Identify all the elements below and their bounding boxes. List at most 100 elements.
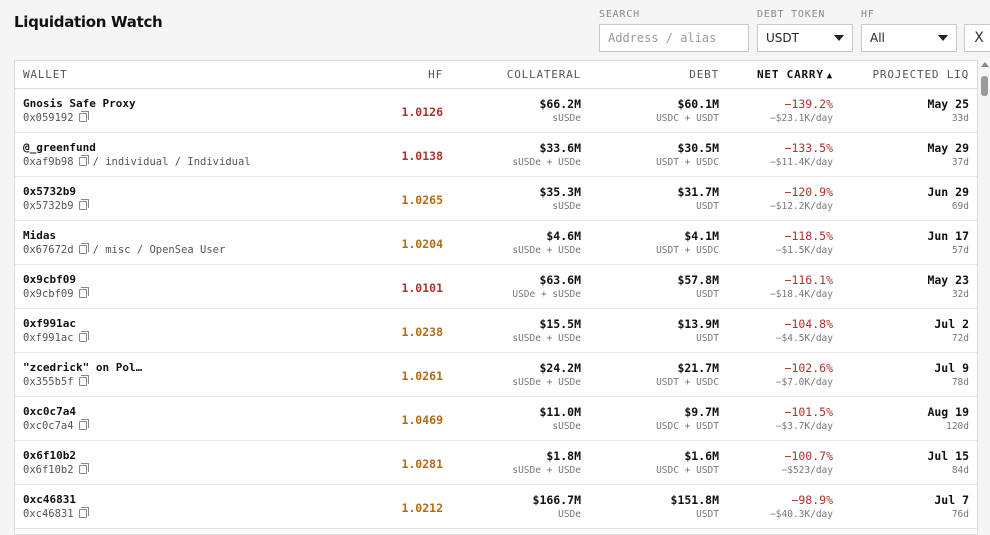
liq-days: 32d <box>951 288 969 300</box>
collateral-cell: $15.5M sUSDe + USDe <box>443 317 581 345</box>
search-label: SEARCH <box>599 9 640 20</box>
debt-cell: $21.7M USDT + USDC <box>581 361 719 389</box>
debt-cell: $31.7M USDT <box>581 185 719 213</box>
copy-icon[interactable] <box>78 507 89 518</box>
debt-value: $151.8M <box>670 492 719 507</box>
table-row[interactable]: Midas 0x67672d / misc / OpenSea User 1.0204… <box>15 221 977 265</box>
projected-liq-cell: Jul 15 84d <box>833 449 969 477</box>
wallet-address[interactable]: 0x355b5f <box>23 375 74 389</box>
wallet-address[interactable]: 0xaf9b98 <box>23 155 74 169</box>
collateral-value: $63.6M <box>539 272 581 287</box>
liq-date: May 23 <box>927 272 969 287</box>
wallet-name[interactable]: Midas <box>23 229 375 243</box>
copy-icon[interactable] <box>78 155 89 166</box>
collateral-value: $66.2M <box>539 96 581 111</box>
wallet-sub: 0xc0c7a4 <box>23 419 375 433</box>
debt-value: $9.7M <box>684 404 719 419</box>
copy-icon[interactable] <box>78 419 89 430</box>
debt-token-select[interactable]: USDT <box>757 24 853 52</box>
net-carry-value: −118.5% <box>784 228 833 243</box>
wallet-address[interactable]: 0x67672d <box>23 243 74 257</box>
column-header-projected-liq[interactable]: PROJECTED LIQ <box>833 68 969 81</box>
copy-icon[interactable] <box>78 199 89 210</box>
wallet-sub: 0x9cbf09 <box>23 287 375 301</box>
collateral-tokens: USDe + sUSDe <box>512 288 581 300</box>
column-header-net-carry[interactable]: NET CARRY ▲ <box>719 68 833 81</box>
carry-per-day: −$23.1K/day <box>770 112 833 124</box>
table-row[interactable]: 0xc46831 0xc46831 1.0212 $166.7M USDe $151.8M… <box>15 485 977 529</box>
wallet-name[interactable]: 0x6f10b2 <box>23 449 375 463</box>
search-input[interactable] <box>608 31 740 45</box>
column-header-debt[interactable]: DEBT <box>581 68 719 81</box>
carry-per-day: −$40.3K/day <box>770 508 833 520</box>
liq-date: Jul 9 <box>934 360 969 375</box>
collateral-cell: $11.0M sUSDe <box>443 405 581 433</box>
wallet-address[interactable]: 0xf991ac <box>23 331 74 345</box>
debt-tokens: USDT <box>696 332 719 344</box>
search-box[interactable] <box>599 24 749 52</box>
copy-icon[interactable] <box>78 287 89 298</box>
wallet-address[interactable]: 0xc0c7a4 <box>23 419 74 433</box>
table-row[interactable]: 0x5732b9 0x5732b9 1.0265 $35.3M sUSDe $31.7M U… <box>15 177 977 221</box>
hf-filter-label: HF <box>861 9 875 20</box>
clear-filters-button[interactable]: X <box>964 24 990 52</box>
wallet-cell: Midas 0x67672d / misc / OpenSea User <box>15 229 375 257</box>
hf-cell: 1.0281 <box>375 453 443 472</box>
table-row[interactable]: 0xc0c7a4 0xc0c7a4 1.0469 $11.0M sUSDe $9.7M US… <box>15 397 977 441</box>
wallet-name[interactable]: "zcedrick" on Pol… <box>23 361 375 375</box>
wallet-address[interactable]: 0x5732b9 <box>23 199 74 213</box>
table-row[interactable]: 0x9cbf09 0x9cbf09 1.0101 $63.6M USDe + sUSDe… <box>15 265 977 309</box>
copy-icon[interactable] <box>78 331 89 342</box>
debt-tokens: USDT <box>696 200 719 212</box>
liq-days: 120d <box>946 420 969 432</box>
copy-icon[interactable] <box>78 243 89 254</box>
carry-per-day: −$11.4K/day <box>770 156 833 168</box>
table-row[interactable]: 0xf991ac 0xf991ac 1.0238 $15.5M sUSDe + USDe… <box>15 309 977 353</box>
wallet-address[interactable]: 0x9cbf09 <box>23 287 74 301</box>
wallet-name[interactable]: 0xf991ac <box>23 317 375 331</box>
net-carry-cell: −102.6% −$7.0K/day <box>719 361 833 389</box>
copy-icon[interactable] <box>78 375 89 386</box>
table-row[interactable]: @_greenfund 0xaf9b98 / individual / Indivi… <box>15 133 977 177</box>
projected-liq-cell: May 23 32d <box>833 273 969 301</box>
liq-days: 33d <box>951 112 969 124</box>
wallet-sub: 0xf991ac <box>23 331 375 345</box>
copy-icon[interactable] <box>78 111 89 122</box>
table-row[interactable]: 0x6f10b2 0x6f10b2 1.0281 $1.8M sUSDe + USDe $… <box>15 441 977 485</box>
wallet-name[interactable]: @_greenfund <box>23 141 375 155</box>
net-carry-value: −102.6% <box>784 360 833 375</box>
wallet-name[interactable]: 0x9cbf09 <box>23 273 375 287</box>
debt-value: $13.9M <box>677 316 719 331</box>
liq-date: May 25 <box>927 96 969 111</box>
projected-liq-cell: Jul 2 72d <box>833 317 969 345</box>
column-header-hf[interactable]: HF <box>375 68 443 81</box>
wallet-name[interactable]: Gnosis Safe Proxy <box>23 97 375 111</box>
table-row[interactable]: "zcedrick" on Pol… 0x355b5f 1.0261 $24.2M sU… <box>15 353 977 397</box>
scrollbar-thumb[interactable] <box>981 76 988 96</box>
wallet-name[interactable]: 0xc46831 <box>23 493 375 507</box>
debt-value: $30.5M <box>677 140 719 155</box>
hf-value: 1.0138 <box>401 149 443 163</box>
hf-value: 1.0204 <box>401 237 443 251</box>
page-title: Liquidation Watch <box>14 13 163 31</box>
wallet-address[interactable]: 0x6f10b2 <box>23 463 74 477</box>
liq-date: Aug 19 <box>927 404 969 419</box>
table-row[interactable]: Gnosis Safe Proxy 0x059192 1.0126 $66.2M sUS… <box>15 89 977 133</box>
copy-icon[interactable] <box>78 463 89 474</box>
projected-liq-cell: Jun 29 69d <box>833 185 969 213</box>
scroll-up-arrow-icon[interactable] <box>981 62 989 67</box>
scrollbar[interactable] <box>980 60 990 535</box>
wallet-name[interactable]: 0x5732b9 <box>23 185 375 199</box>
chevron-down-icon <box>834 35 844 41</box>
column-header-collateral[interactable]: COLLATERAL <box>443 68 581 81</box>
wallet-address[interactable]: 0xc46831 <box>23 507 74 521</box>
search-filter: SEARCH <box>599 9 749 52</box>
column-header-wallet[interactable]: WALLET <box>15 68 375 81</box>
hf-select[interactable]: All <box>861 24 957 52</box>
collateral-value: $166.7M <box>532 492 581 507</box>
wallet-address[interactable]: 0x059192 <box>23 111 74 125</box>
debt-tokens: USDC + USDT <box>656 464 719 476</box>
wallet-name[interactable]: 0xc0c7a4 <box>23 405 375 419</box>
net-carry-value: −133.5% <box>784 140 833 155</box>
hf-value: 1.0238 <box>401 325 443 339</box>
